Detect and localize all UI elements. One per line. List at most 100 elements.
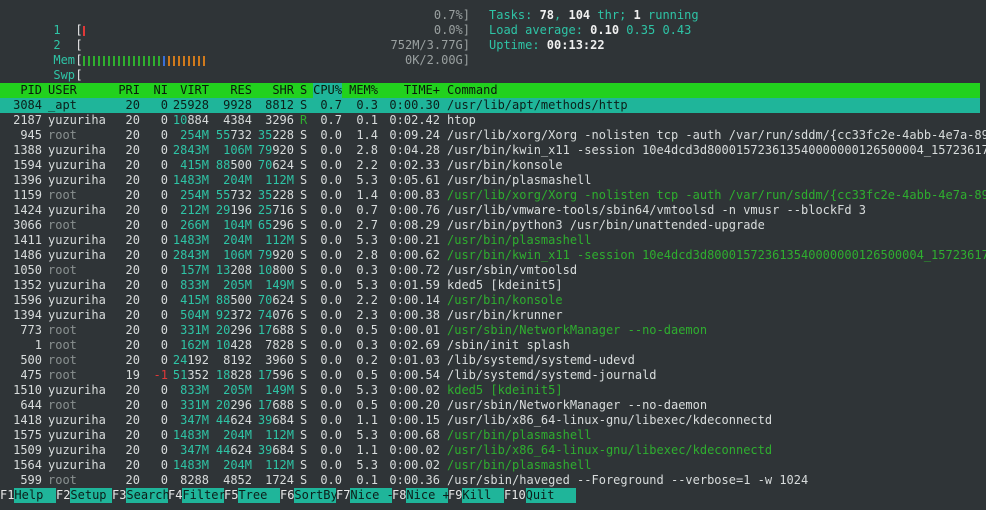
fkey-filter-button[interactable]: Filter (182, 488, 226, 503)
cell-ni: 0 (160, 233, 168, 247)
fkey-tree-button[interactable]: Tree (238, 488, 280, 503)
fkey-f6[interactable]: F6 (280, 488, 294, 503)
process-row[interactable]: 1575 yuzuriha 20 0 1483M 204M 112M S 0.0 5.3 0:00.… (0, 428, 980, 443)
fkey-f9[interactable]: F9 (448, 488, 462, 503)
fkey-f2[interactable]: F2 (56, 488, 70, 503)
cell-cmd: /usr/lib/xorg/Xorg -nolisten tcp -auth /… (447, 188, 986, 202)
process-row[interactable]: 1510 yuzuriha 20 0 833M 205M 149M S 0.0 5.3 0:00.0… (0, 383, 980, 398)
process-row[interactable]: 475 root 19 -1 51352 18828 17596 S 0.0 0.5 0:00.54… (0, 368, 980, 383)
fkey-help-button[interactable]: Help (14, 488, 56, 503)
cell-pid: 644 (20, 398, 42, 412)
process-row[interactable]: 1394 yuzuriha 20 0 504M 92372 74076 S 0.0 2.3 0:00… (0, 308, 980, 323)
fkey-f7[interactable]: F7 (336, 488, 350, 503)
process-row[interactable]: 1159 root 20 0 254M 55732 35228 S 0.0 1.4 0:00.83 /… (0, 188, 986, 203)
process-row[interactable]: 1396 yuzuriha 20 0 1483M 204M 112M S 0.0 5.3 0:05.… (0, 173, 980, 188)
column-header-ni[interactable]: NI (154, 83, 168, 98)
process-row[interactable]: 945 root 20 0 254M 55732 35228 S 0.0 1.4 0:09.24/u… (0, 128, 986, 143)
cell-s: S (300, 158, 308, 172)
cell-shr: 149M (265, 278, 294, 292)
cell-s: S (300, 128, 308, 142)
cell-time: 0:02.42 (389, 113, 440, 127)
fkey-nice-button[interactable]: Nice + (406, 488, 450, 503)
cell-time: 0:00.36 (389, 473, 440, 487)
cell-pri: 19 (125, 368, 140, 382)
fkey-f5[interactable]: F5 (224, 488, 238, 503)
cell-cpu: 0.0 (320, 248, 342, 262)
cell-s: R (300, 113, 308, 127)
cell-ni: 0 (160, 203, 168, 217)
process-row[interactable]: 1411 yuzuriha 20 0 1483M 204M 112M S 0.0 5.3 0:00.… (0, 233, 980, 248)
mem-meter: Mem[ 752M/3.77G] (53, 38, 470, 67)
fkey-f10[interactable]: F10 (504, 488, 526, 503)
process-row[interactable]: 599 root 20 0 8288 4852 1724 S 0.0 0.1 0:00.36/usr… (0, 473, 980, 488)
process-row[interactable]: 3066 root 20 0 266M 104M 65296 S 0.0 2.7 0:08.29/u… (0, 218, 980, 233)
cell-user: _apt (48, 98, 77, 112)
cell-virt: 347M (180, 413, 209, 427)
cell-s: S (300, 473, 308, 487)
process-row[interactable]: 1486 yuzuriha 20 0 2843M 106M 79920 S 0.0 2.8 0:00… (0, 248, 986, 263)
cell-cmd: /usr/bin/python3 /usr/bin/unattended-upg… (447, 218, 765, 232)
cell-cmd: /usr/lib/xorg/Xorg -nolisten tcp -auth /… (447, 128, 986, 142)
fkey-nice-button[interactable]: Nice - (350, 488, 394, 503)
cell-virt: 2843M (172, 143, 209, 157)
cell-time: 0:00.21 (389, 233, 440, 247)
process-table-header[interactable]: PID USER PRI NI VIRT RES SHR S CPU% MEM% TIME+ Comm… (0, 83, 980, 98)
column-header-s[interactable]: S (300, 83, 307, 98)
cell-user: root (48, 353, 77, 367)
column-header-shr[interactable]: SHR (272, 83, 294, 98)
process-table[interactable]: 3084 _apt 20 0 25928 9928 8812 S 0.7 0.3 0:00.30/u… (0, 98, 986, 488)
column-header-user[interactable]: USER (48, 83, 77, 98)
process-row[interactable]: 3084 _apt 20 0 25928 9928 8812 S 0.7 0.3 0:00.30/u… (0, 98, 980, 113)
cell-ni: 0 (160, 248, 168, 262)
cell-shr: 112M (265, 173, 294, 187)
fkey-f4[interactable]: F4 (168, 488, 182, 503)
process-row[interactable]: 1509 yuzuriha 20 0 347M 44624 39684 S 0.0 1.1 0:00… (0, 443, 980, 458)
fkey-kill-button[interactable]: Kill (462, 488, 504, 503)
process-row[interactable]: 1 root 20 0 162M 10428 7828 S 0.0 0.3 0:02.69/sbin… (0, 338, 980, 353)
cell-res: 204M (223, 428, 252, 442)
process-row[interactable]: 1418 yuzuriha 20 0 347M 44624 39684 S 0.0 1.1 0:00… (0, 413, 980, 428)
process-row[interactable]: 1352 yuzuriha 20 0 833M 205M 149M S 0.0 5.3 0:01.5… (0, 278, 980, 293)
process-row[interactable]: 1596 yuzuriha 20 0 415M 88500 70624 S 0.0 2.2 0:00… (0, 293, 980, 308)
cell-cmd: /usr/sbin/vmtoolsd (447, 263, 578, 277)
fkey-f3[interactable]: F3 (112, 488, 126, 503)
process-row[interactable]: 1594 yuzuriha 20 0 415M 88500 70624 S 0.0 2.2 0:02… (0, 158, 980, 173)
column-header-res[interactable]: RES (230, 83, 252, 98)
cell-s: S (300, 458, 308, 472)
column-header-pid[interactable]: PID (20, 83, 42, 98)
column-header-mem[interactable]: MEM% (349, 83, 378, 98)
fkey-setup-button[interactable]: Setup (70, 488, 112, 503)
column-header-virt[interactable]: VIRT (180, 83, 209, 98)
process-row[interactable]: 1050 root 20 0 157M 13208 10800 S 0.0 0.3 0:00.72 /… (0, 263, 980, 278)
cell-mem: 1.4 (356, 128, 378, 142)
cell-pid: 2187 (13, 113, 42, 127)
process-row[interactable]: 2187 yuzuriha 20 0 10884 4384 3296 R 0.7 0.1 0:02.… (0, 113, 980, 128)
column-header-cpu[interactable]: CPU% (313, 83, 342, 98)
fkey-sortby-button[interactable]: SortBy (294, 488, 338, 503)
cell-cpu: 0.0 (320, 398, 342, 412)
swp-label: Swp (53, 68, 76, 82)
cell-cmd: /usr/bin/krunner (447, 308, 563, 322)
cell-ni: 0 (160, 218, 168, 232)
cell-user: yuzuriha (48, 158, 106, 172)
fkey-f8[interactable]: F8 (392, 488, 406, 503)
cell-virt: 833M (180, 383, 209, 397)
process-row[interactable]: 500 root 20 0 24192 8192 3960 S 0.0 0.2 0:01.03/li… (0, 353, 980, 368)
process-row[interactable]: 1388 yuzuriha 20 0 2843M 106M 79920 S 0.0 2.8 0:04… (0, 143, 986, 158)
fkey-quit-button[interactable]: Quit (525, 488, 576, 503)
cell-time: 0:00.54 (389, 368, 440, 382)
column-header-time[interactable]: TIME+ (404, 83, 440, 98)
process-row[interactable]: 1424 yuzuriha 20 0 212M 29196 25716 S 0.0 0.7 0:00… (0, 203, 980, 218)
fkey-f1[interactable]: F1 (0, 488, 14, 503)
cell-user: yuzuriha (48, 428, 106, 442)
process-row[interactable]: 1564 yuzuriha 20 0 1483M 204M 112M S 0.0 5.3 0:00.… (0, 458, 980, 473)
cell-s: S (300, 398, 308, 412)
column-header-pri[interactable]: PRI (118, 83, 140, 98)
cell-pid: 1050 (13, 263, 42, 277)
cell-user: root (48, 398, 77, 412)
process-row[interactable]: 773 root 20 0 331M 20296 17688 S 0.0 0.5 0:00.01/u… (0, 323, 980, 338)
cell-cpu: 0.0 (320, 443, 342, 457)
process-row[interactable]: 644 root 20 0 331M 20296 17688 S 0.0 0.5 0:00.20/u… (0, 398, 980, 413)
fkey-search-button[interactable]: Search (126, 488, 170, 503)
column-header-cmd[interactable]: Command (447, 83, 498, 98)
